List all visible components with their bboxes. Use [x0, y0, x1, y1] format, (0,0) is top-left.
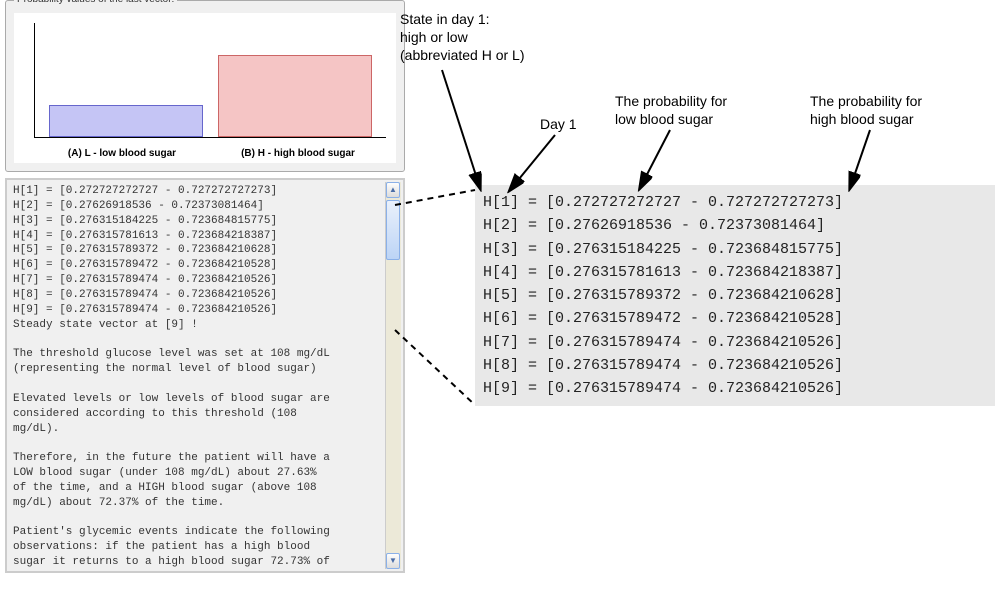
arrow-overlay — [0, 0, 1004, 597]
